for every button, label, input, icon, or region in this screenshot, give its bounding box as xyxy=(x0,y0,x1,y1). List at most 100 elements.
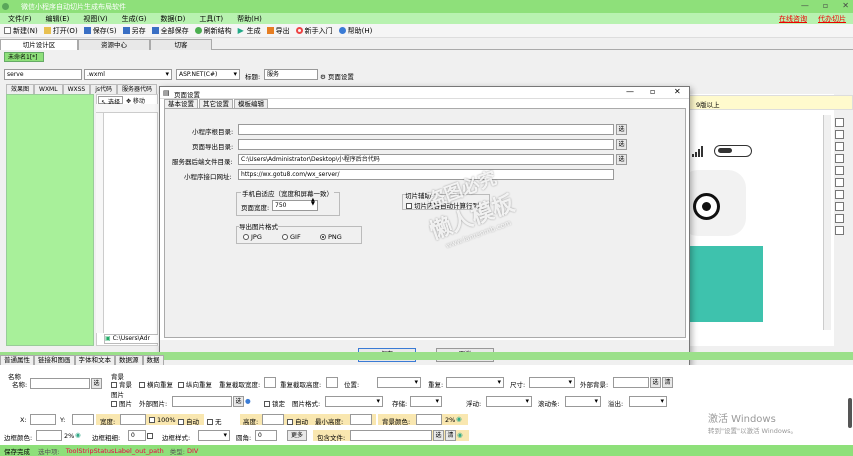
title-input[interactable]: 服务 xyxy=(264,69,318,80)
tab-data[interactable]: 数据 xyxy=(142,355,164,365)
record-icon[interactable] xyxy=(693,193,720,220)
move-tool[interactable]: ✥ 移动 xyxy=(126,96,145,105)
tab-slice-design[interactable]: 切片设计区 xyxy=(0,39,78,50)
dialog-maximize-button[interactable]: ▫ xyxy=(650,87,655,96)
tab-wxss[interactable]: WXSS xyxy=(62,84,91,94)
menu-file[interactable]: 文件(F) xyxy=(8,14,32,24)
include-file-select-button[interactable]: 选 xyxy=(433,430,444,441)
outer-bg-input[interactable] xyxy=(613,377,649,388)
server-dir-input[interactable]: C:\Users\Administrator\Desktop\小程序后台代码 xyxy=(238,154,614,165)
size-select[interactable] xyxy=(529,377,575,388)
tab-server-code[interactable]: 服务器代码 xyxy=(117,84,158,94)
help-circle-icon[interactable]: ● xyxy=(245,397,251,405)
name-input[interactable] xyxy=(30,378,90,389)
border-style-select[interactable] xyxy=(198,430,230,441)
generate-button[interactable]: ▶ 生成 xyxy=(238,26,261,36)
overflow-select[interactable] xyxy=(629,396,667,407)
more-button[interactable]: 更多 xyxy=(287,430,307,441)
bg-checkbox[interactable]: 背景 xyxy=(111,379,132,389)
align-middle-icon[interactable] xyxy=(834,166,844,175)
tab-template-edit[interactable]: 模板编辑 xyxy=(234,99,268,108)
structure-tree-panel[interactable] xyxy=(6,94,94,346)
border-width-checkbox[interactable] xyxy=(147,432,155,440)
align-center-icon[interactable] xyxy=(834,130,844,139)
menu-view[interactable]: 视图(V) xyxy=(83,14,107,24)
align-top-icon[interactable] xyxy=(834,154,844,163)
tab-font-text[interactable]: 字体和文本 xyxy=(74,355,115,365)
tab-slicer[interactable]: 切客 xyxy=(150,39,212,50)
tab-common-props[interactable]: 普通属性 xyxy=(0,355,34,365)
select-tool[interactable]: ↖ 选择 xyxy=(98,96,123,106)
width-none-checkbox[interactable]: 无 xyxy=(207,416,222,426)
name-select-button[interactable]: 选 xyxy=(91,378,102,389)
tab-other-settings[interactable]: 其它设置 xyxy=(199,99,233,108)
page-name-input[interactable]: serve xyxy=(4,69,82,80)
save-all-button[interactable]: 全部保存 xyxy=(151,26,189,36)
same-width-icon[interactable] xyxy=(834,190,844,199)
border-width-input[interactable]: 0 xyxy=(128,430,146,441)
min-height-input[interactable] xyxy=(350,414,372,425)
width-100-checkbox[interactable]: 100% xyxy=(149,416,176,424)
slice-service-link[interactable]: 代办切片 xyxy=(818,14,846,24)
minimize-button[interactable]: — xyxy=(801,1,809,10)
height-input[interactable] xyxy=(262,414,284,425)
x-input[interactable] xyxy=(30,414,56,425)
export-button[interactable]: 导出 xyxy=(266,26,290,36)
width-auto-checkbox[interactable]: 自动 xyxy=(178,416,199,426)
width-input[interactable] xyxy=(120,414,146,425)
outer-bg-select-button[interactable]: 选 xyxy=(650,377,661,388)
align-bottom-icon[interactable] xyxy=(834,178,844,187)
border-color-input[interactable] xyxy=(36,430,62,441)
menu-edit[interactable]: 编辑(E) xyxy=(46,14,70,24)
image-format-select[interactable] xyxy=(325,396,383,407)
page-export-dir-input[interactable] xyxy=(238,139,614,150)
tab-datasource[interactable]: 数据源 xyxy=(115,355,143,365)
api-url-input[interactable]: https://wx.gotu8.com/wx_server/ xyxy=(238,169,614,180)
tab-wxml[interactable]: WXML xyxy=(34,84,63,94)
maximize-button[interactable]: ▫ xyxy=(823,1,828,10)
position-select[interactable] xyxy=(377,377,421,388)
scrollbar-select[interactable] xyxy=(565,396,601,407)
page-export-dir-browse-button[interactable]: 选 xyxy=(616,139,627,150)
tab-basic-settings[interactable]: 基本设置 xyxy=(164,99,198,108)
vertical-scrollbar[interactable] xyxy=(823,115,831,330)
menu-tools[interactable]: 工具(T) xyxy=(199,14,223,24)
image-checkbox[interactable]: 图片 xyxy=(111,398,132,408)
repeat-select[interactable] xyxy=(446,377,504,388)
tab-link-image[interactable]: 链接和图画 xyxy=(34,355,75,365)
miniprogram-root-input[interactable] xyxy=(238,124,614,135)
document-tab[interactable]: 未命名1[*] xyxy=(4,52,44,62)
repeat-width-input[interactable] xyxy=(264,377,276,388)
miniprogram-root-browse-button[interactable]: 选 xyxy=(616,124,627,135)
save-button[interactable]: 保存(S) xyxy=(83,26,117,36)
float-select[interactable] xyxy=(486,396,532,407)
help-button[interactable]: 帮助(H) xyxy=(338,26,372,36)
outer-image-select-button[interactable]: 选 xyxy=(233,396,244,407)
include-file-icon[interactable]: ◉ xyxy=(457,431,463,439)
menu-data[interactable]: 数据(D) xyxy=(161,14,186,24)
color-picker-icon[interactable]: ◉ xyxy=(456,415,462,423)
menu-help[interactable]: 帮助(H) xyxy=(237,14,262,24)
design-canvas-left[interactable] xyxy=(96,94,158,346)
server-dir-browse-button[interactable]: 选 xyxy=(616,154,627,165)
language-select[interactable]: ASP.NET(C#) xyxy=(176,69,240,80)
open-button[interactable]: 打开(O) xyxy=(43,26,78,36)
format-png-radio[interactable]: PNG xyxy=(320,233,342,241)
grid-icon[interactable] xyxy=(834,226,844,235)
dialog-close-button[interactable]: ✕ xyxy=(674,87,681,96)
tab-js[interactable]: js代码 xyxy=(90,84,118,94)
same-height-icon[interactable] xyxy=(834,202,844,211)
include-file-clear-button[interactable]: 清 xyxy=(445,430,456,441)
refresh-structure-button[interactable]: 刷新结构 xyxy=(194,26,232,36)
outer-bg-clear-button[interactable]: 清 xyxy=(662,377,673,388)
side-scroll-handle[interactable] xyxy=(848,398,852,428)
radius-input[interactable]: 0 xyxy=(255,430,277,441)
tab-resource-center[interactable]: 资源中心 xyxy=(78,39,150,50)
online-consult-link[interactable]: 在线咨询 xyxy=(779,14,807,24)
save-as-button[interactable]: 另存 xyxy=(122,26,146,36)
page-width-spinner[interactable]: ▲ ▼ xyxy=(311,198,315,207)
height-auto-checkbox[interactable]: 自动 xyxy=(287,416,308,426)
page-settings-button[interactable]: ⚙ 页面设置 xyxy=(320,71,354,81)
tab-preview[interactable]: 效果图 xyxy=(6,84,35,94)
h-repeat-checkbox[interactable]: 横向重复 xyxy=(139,379,173,389)
